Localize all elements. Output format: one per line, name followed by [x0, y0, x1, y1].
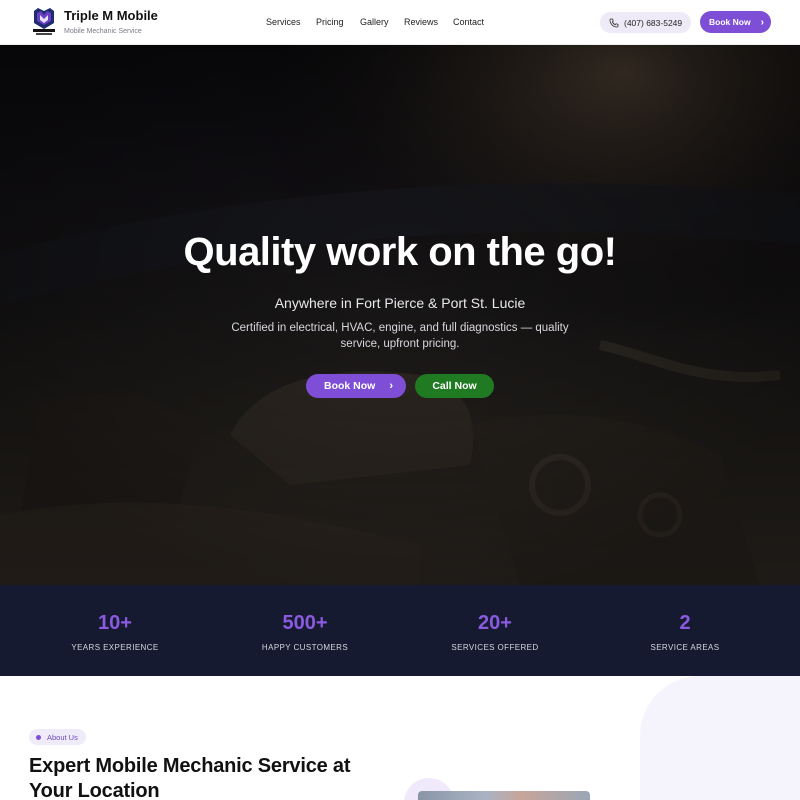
brand-subtitle: Mobile Mechanic Service [64, 28, 142, 35]
stat-label: HAPPY CUSTOMERS [261, 643, 349, 652]
stat-item: 500+ HAPPY CUSTOMERS [210, 585, 400, 676]
header-book-label: Book Now [709, 17, 751, 27]
brand-name: Triple M Mobile [64, 8, 158, 23]
about-badge-label: About Us [47, 732, 78, 742]
nav-reviews[interactable]: Reviews [404, 16, 453, 28]
stat-label: SERVICES OFFERED [451, 643, 539, 652]
about-image [418, 791, 590, 800]
stat-value: 10+ [98, 612, 132, 634]
brand-text: Triple M Mobile Mobile Mechanic Service [64, 7, 158, 37]
nav-pricing[interactable]: Pricing [316, 16, 360, 28]
stat-label: SERVICE AREAS [650, 643, 720, 652]
nav-contact[interactable]: Contact [453, 16, 484, 28]
phone-number: (407) 683-5249 [624, 17, 683, 28]
decorative-shape [640, 676, 800, 800]
hero-book-label: Book Now [324, 380, 376, 392]
stat-value: 20+ [478, 612, 512, 634]
hero-overlay [0, 45, 800, 585]
chevron-right-icon: › [389, 380, 394, 392]
stat-value: 500+ [282, 612, 328, 634]
logo-icon [32, 7, 56, 37]
stat-value: 2 [679, 612, 691, 634]
hero-book-button[interactable]: Book Now › [306, 374, 406, 398]
nav-services[interactable]: Services [266, 16, 316, 28]
nav-gallery[interactable]: Gallery [360, 16, 404, 28]
main-nav: Services Pricing Gallery Reviews Contact [266, 16, 484, 28]
brand[interactable]: Triple M Mobile Mobile Mechanic Service [32, 7, 158, 37]
about-title: Expert Mobile Mechanic Service at Your L… [29, 755, 351, 800]
header-book-button[interactable]: Book Now › [700, 11, 771, 33]
stat-item: 20+ SERVICES OFFERED [400, 585, 590, 676]
phone-button[interactable]: (407) 683-5249 [600, 12, 691, 33]
about-section: About Us Expert Mobile Mechanic Service … [0, 676, 800, 800]
site-header: Triple M Mobile Mobile Mechanic Service … [0, 0, 800, 45]
dot-icon [36, 734, 41, 740]
hero-section: Quality work on the go! Anywhere in Fort… [0, 45, 800, 585]
hero-call-button[interactable]: Call Now [415, 374, 494, 398]
stats-bar: 10+ YEARS EXPERIENCE 500+ HAPPY CUSTOMER… [0, 585, 800, 676]
hero-subtitle: Anywhere in Fort Pierce & Port St. Lucie [274, 295, 526, 311]
hero-call-label: Call Now [432, 380, 477, 392]
phone-icon [609, 18, 619, 28]
stat-item: 2 SERVICE AREAS [590, 585, 780, 676]
stat-item: 10+ YEARS EXPERIENCE [20, 585, 210, 676]
hero-title: Quality work on the go! [183, 230, 617, 274]
about-badge: About Us [29, 729, 86, 745]
chevron-right-icon: › [760, 16, 764, 28]
stat-label: YEARS EXPERIENCE [71, 643, 159, 652]
hero-description: Certified in electrical, HVAC, engine, a… [231, 322, 569, 350]
